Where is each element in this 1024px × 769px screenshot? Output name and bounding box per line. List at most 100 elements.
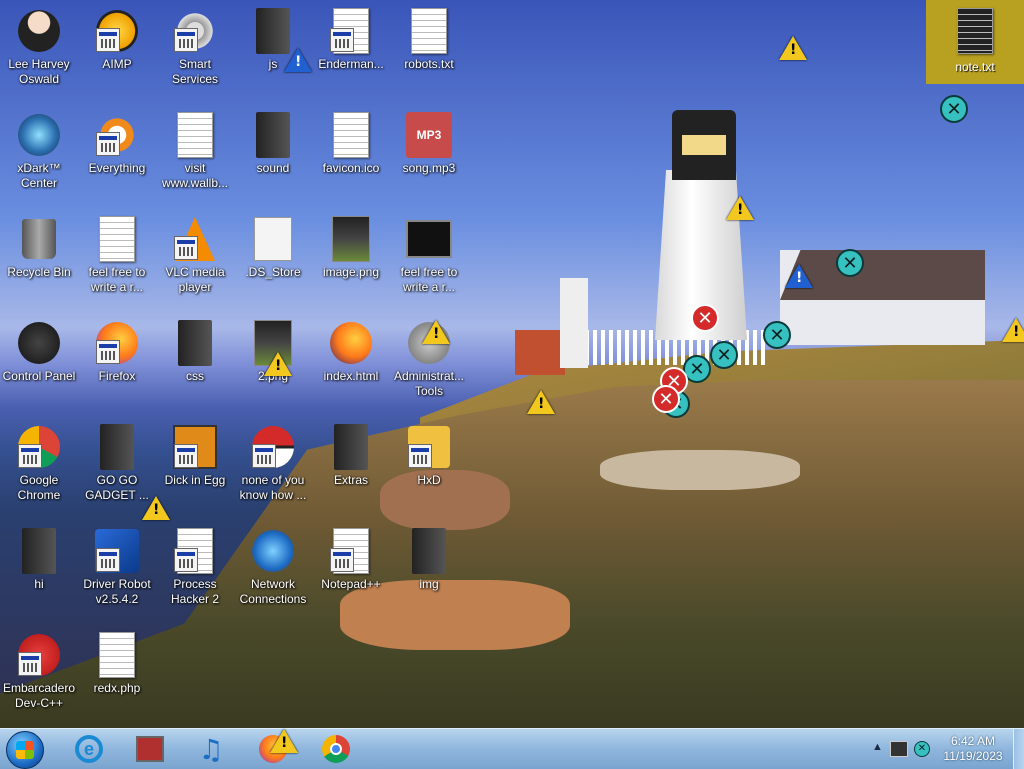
clock[interactable]: 6:42 AM 11/19/2023	[938, 734, 1008, 764]
volume-muted-tray-icon[interactable]: ✕	[914, 741, 930, 757]
desktop-icon-label: hi	[34, 577, 44, 591]
pokeball-icon	[250, 424, 296, 470]
close-icon[interactable]: ✕	[710, 341, 738, 369]
desktop-icon[interactable]: .DS_Store	[234, 216, 312, 280]
anime-avatar-icon	[16, 8, 62, 54]
desktop-icon[interactable]: Dick in Egg	[156, 424, 234, 488]
internet-explorer-icon: e	[75, 735, 103, 763]
close-icon[interactable]: ✕	[836, 249, 864, 277]
application-window-icon	[96, 132, 120, 156]
terminal-file-icon	[406, 216, 452, 262]
show-desktop-button[interactable]	[1013, 729, 1024, 769]
taskbar-music-player[interactable]: ♫	[194, 732, 228, 766]
taskbar-chrome[interactable]	[319, 732, 353, 766]
taskbar-internet-explorer[interactable]: e	[72, 732, 106, 766]
desktop-icon[interactable]: xDark™ Center	[0, 112, 78, 191]
application-window-icon	[174, 444, 198, 468]
close-icon[interactable]: ✕	[763, 321, 791, 349]
desktop-icon-label: Google Chrome	[17, 473, 61, 502]
desktop-icon[interactable]: Notepad++	[312, 528, 390, 592]
close-icon[interactable]: ✕	[940, 95, 968, 123]
desktop-icon[interactable]: img	[390, 528, 468, 592]
desktop-icon[interactable]: visit www.wallb...	[156, 112, 234, 191]
desktop-icon[interactable]: GO GO GADGET ...	[78, 424, 156, 503]
desktop-icon[interactable]: Control Panel	[0, 320, 78, 384]
ds-store-file-icon	[250, 216, 296, 262]
desktop-icon[interactable]: image.png	[312, 216, 390, 280]
warning-icon[interactable]: !	[284, 48, 312, 72]
error-close-icon[interactable]: ✕	[652, 385, 680, 413]
desktop-icon-label: Smart Services	[171, 57, 218, 86]
show-hidden-icons-button[interactable]: ▲	[872, 741, 883, 753]
desktop-icon[interactable]: Driver Robot v2.5.4.2	[78, 528, 156, 607]
text-file-icon	[94, 216, 140, 262]
warning-icon[interactable]: !	[785, 264, 813, 288]
desktop-icon-label: feel free to write a r...	[400, 265, 458, 294]
desktop-icon-label: VLC media player	[165, 265, 225, 294]
folder-dark-icon	[94, 424, 140, 470]
warning-icon[interactable]: !	[422, 320, 450, 344]
desktop-icon[interactable]: Firefox	[78, 320, 156, 384]
application-icon	[328, 8, 374, 54]
firefox-icon	[94, 320, 140, 366]
system-tray: ▲ ✕ 6:42 AM 11/19/2023	[866, 729, 1024, 769]
desktop-icon[interactable]: HxD	[390, 424, 468, 488]
warning-icon[interactable]: !	[779, 36, 807, 60]
warning-icon[interactable]: !	[142, 496, 170, 520]
application-window-icon	[174, 236, 198, 260]
desktop-icon[interactable]: Recycle Bin	[0, 216, 78, 280]
desktop-icon[interactable]: Everything	[78, 112, 156, 176]
desktop-icon[interactable]: hi	[0, 528, 78, 592]
desktop-icon[interactable]: Google Chrome	[0, 424, 78, 503]
desktop-icon[interactable]: index.html	[312, 320, 390, 384]
warning-icon[interactable]: !	[270, 729, 298, 753]
desktop-icon[interactable]: feel free to write a r...	[78, 216, 156, 295]
warning-icon[interactable]: !	[1002, 318, 1024, 342]
desktop-icon[interactable]: none of you know how ...	[234, 424, 312, 503]
warning-icon[interactable]: !	[726, 196, 754, 220]
taskbar-store[interactable]	[133, 732, 167, 766]
warning-icon[interactable]: !	[527, 390, 555, 414]
desktop-icon[interactable]: Network Connections	[234, 528, 312, 607]
driver-robot-icon	[94, 528, 140, 574]
recycle-bin-icon	[16, 216, 62, 262]
folder-dark-icon	[328, 424, 374, 470]
desktop-icon[interactable]: robots.txt	[390, 8, 468, 72]
desktop-icon[interactable]: sound	[234, 112, 312, 176]
desktop-icon[interactable]: Process Hacker 2	[156, 528, 234, 607]
shed	[515, 330, 565, 375]
desktop-icon[interactable]: favicon.ico	[312, 112, 390, 176]
desktop-icon-label: feel free to write a r...	[88, 265, 146, 294]
network-tray-icon[interactable]	[890, 741, 908, 757]
desktop-icon[interactable]: css	[156, 320, 234, 384]
warning-icon[interactable]: !	[264, 352, 292, 376]
desktop-icon[interactable]: Smart Services	[156, 8, 234, 87]
error-close-icon[interactable]: ✕	[691, 304, 719, 332]
desktop-icon-label: none of you know how ...	[239, 473, 307, 502]
desktop-icon-label: Extras	[333, 473, 368, 487]
start-button[interactable]	[6, 731, 44, 769]
music-note-icon: ♫	[198, 732, 224, 766]
desktop-icon-note-txt[interactable]: note.txt	[926, 0, 1024, 84]
desktop-icon[interactable]: Embarcadero Dev-C++	[0, 632, 78, 711]
desktop-icon-label: Driver Robot v2.5.4.2	[83, 577, 151, 606]
desktop-icon-label: .DS_Store	[245, 265, 301, 279]
desktop-icon[interactable]: Extras	[312, 424, 390, 488]
store-bag-icon	[136, 736, 164, 762]
desktop-icon[interactable]: VLC media player	[156, 216, 234, 295]
desktop-icon[interactable]: MP3 song.mp3	[390, 112, 468, 176]
desktop-icon-label: Enderman...	[318, 57, 384, 71]
application-window-icon	[174, 548, 198, 572]
taskbar: e ♫ ! ▲ ✕ 6:42 AM 11/19/2023	[0, 728, 1024, 769]
desktop-icon-label: HxD	[417, 473, 441, 487]
desktop-icon-label: xDark™ Center	[17, 161, 61, 190]
desktop-icon[interactable]: redx.php	[78, 632, 156, 696]
png-image-icon	[328, 216, 374, 262]
gears-icon	[172, 8, 218, 54]
desktop-icon[interactable]: Lee Harvey Oswald	[0, 8, 78, 87]
aimp-icon	[94, 8, 140, 54]
desktop-icon[interactable]: AIMP	[78, 8, 156, 72]
folder-dark-icon	[16, 528, 62, 574]
desktop-icon[interactable]: feel free to write a r...	[390, 216, 468, 295]
desktop-icon[interactable]: Enderman...	[312, 8, 390, 72]
